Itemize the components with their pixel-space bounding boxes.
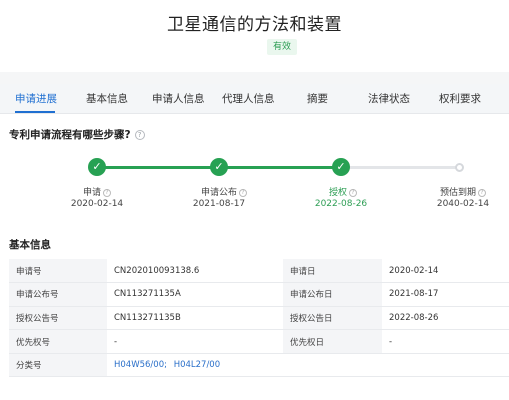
progress-title-text: 专利申请流程有哪些步骤? <box>9 129 131 141</box>
section-divider <box>0 72 509 84</box>
progress-timeline: ✓ ✓ ✓ 申请? 申请公布? 授权? 预估到期? 2020-02-14 202… <box>0 150 509 220</box>
timeline-track-done-1 <box>97 166 219 169</box>
tab-progress[interactable]: 申请进展 <box>15 84 57 114</box>
tab-bar: 申请进展 基本信息 申请人信息 代理人信息 摘要 法律状态 权利要求 <box>0 84 509 114</box>
step-label: 申请公布? <box>201 185 248 198</box>
tab-abstract[interactable]: 摘要 <box>307 84 328 114</box>
help-icon[interactable]: ? <box>103 188 112 197</box>
field-value: - <box>382 329 509 354</box>
field-label: 申请日 <box>283 259 382 284</box>
help-icon[interactable]: ? <box>134 130 145 140</box>
timeline-track-done-2 <box>219 166 341 169</box>
field-label: 分类号 <box>9 353 107 378</box>
field-label: 优先权日 <box>283 329 382 354</box>
tab-underline <box>15 111 55 113</box>
tab-agent-info[interactable]: 代理人信息 <box>222 84 275 114</box>
status-badge: 有效 <box>267 39 297 55</box>
field-value: 2022-08-26 <box>382 306 509 331</box>
field-label: 授权公告日 <box>283 306 382 331</box>
table-row: 申请号 CN202010093138.6 申请日 2020-02-14 <box>9 259 509 284</box>
step-label: 授权? <box>329 185 358 198</box>
step-label: 预估到期? <box>440 185 487 198</box>
field-value: CN113271135A <box>107 282 283 307</box>
step-date: 2020-02-14 <box>70 199 124 209</box>
timeline-track-pending <box>341 166 460 169</box>
progress-section-title: 专利申请流程有哪些步骤?? <box>9 127 145 142</box>
field-value: 2020-02-14 <box>382 259 509 284</box>
tab-legal-status[interactable]: 法律状态 <box>368 84 410 114</box>
tab-claims[interactable]: 权利要求 <box>439 84 481 114</box>
tab-applicant-info[interactable]: 申请人信息 <box>152 84 205 114</box>
step-done-check-icon: ✓ <box>332 158 350 176</box>
classification-link[interactable]: H04L27/00 <box>174 360 220 370</box>
field-label: 申请公布日 <box>283 282 382 307</box>
table-row: 授权公告号 CN113271135B 授权公告日 2022-08-26 <box>9 306 509 331</box>
step-date: 2022-08-26 <box>314 199 368 209</box>
classification-codes: H04W56/00; H04L27/00 <box>107 353 509 378</box>
step-done-check-icon: ✓ <box>210 158 228 176</box>
field-value: - <box>107 329 283 354</box>
classification-link[interactable]: H04W56/00; <box>114 360 167 370</box>
field-value: 2021-08-17 <box>382 282 509 307</box>
step-pending-dot-icon <box>455 163 464 172</box>
field-label: 申请公布号 <box>9 282 107 307</box>
field-label: 优先权号 <box>9 329 107 354</box>
basic-info-title: 基本信息 <box>9 239 51 251</box>
field-label: 申请号 <box>9 259 107 284</box>
help-icon[interactable]: ? <box>349 188 358 197</box>
basic-info-table: 申请号 CN202010093138.6 申请日 2020-02-14 申请公布… <box>9 259 509 378</box>
table-row: 优先权号 - 优先权日 - <box>9 329 509 354</box>
tab-basic-info[interactable]: 基本信息 <box>86 84 128 114</box>
step-label: 申请? <box>83 185 112 198</box>
help-icon[interactable]: ? <box>239 188 248 197</box>
table-row: 申请公布号 CN113271135A 申请公布日 2021-08-17 <box>9 282 509 307</box>
field-value: CN202010093138.6 <box>107 259 283 284</box>
patent-title: 卫星通信的方法和装置 <box>167 15 342 35</box>
step-date: 2040-02-14 <box>436 199 490 209</box>
field-value: CN113271135B <box>107 306 283 331</box>
help-icon[interactable]: ? <box>478 188 487 197</box>
step-date: 2021-08-17 <box>192 199 246 209</box>
field-label: 授权公告号 <box>9 306 107 331</box>
step-done-check-icon: ✓ <box>88 158 106 176</box>
table-row: 分类号 H04W56/00; H04L27/00 <box>9 353 509 378</box>
